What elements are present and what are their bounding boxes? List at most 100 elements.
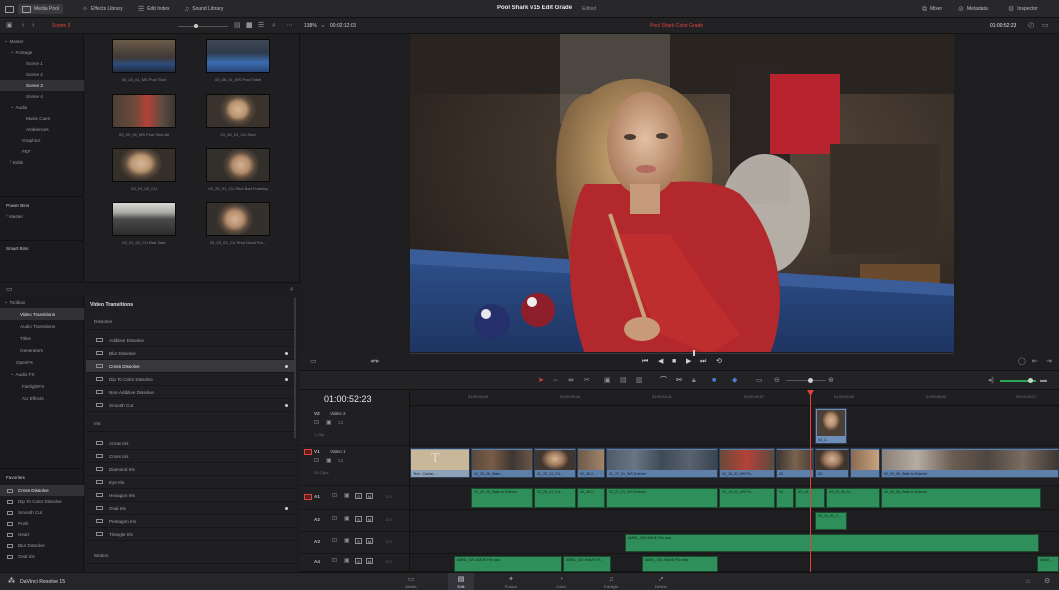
audio-clip-a4[interactable]: AMB1_021-WAVE File.wav — [642, 556, 718, 572]
list-view-icon[interactable]: ☰ — [258, 22, 264, 29]
timeline-clip-v1[interactable]: 02... — [815, 448, 849, 478]
track-lane-a2[interactable] — [410, 510, 1059, 532]
lock-icon[interactable]: ⊡ — [332, 493, 337, 500]
timeline-clip-v1[interactable]: 02_25_06_Walk to Exterior — [881, 448, 1059, 478]
page-tab-edit[interactable]: ▤ Edit — [448, 573, 474, 590]
lock-icon[interactable]: ⊡ — [332, 538, 337, 545]
solo-button[interactable]: S — [355, 538, 362, 544]
audio-clip-a1[interactable]: 02_25_13_CU... — [534, 488, 576, 508]
audio-clip-a4[interactable]: AMB1_021-WAVE Fil... — [563, 556, 611, 572]
power-bin-master[interactable]: › Master — [0, 211, 84, 222]
effect-hexagon-iris[interactable]: Hexagon Iris — [86, 489, 296, 502]
track-enable-icon[interactable]: ▭ — [338, 458, 344, 465]
effects-library-button[interactable]: ✧ Effects Library — [82, 4, 123, 14]
mute-button[interactable]: M — [366, 516, 373, 522]
effect-cross-iris[interactable]: Cross Iris — [86, 450, 296, 463]
toolbox-item-generators[interactable]: Generators — [0, 344, 84, 356]
media-clip[interactable]: 03_26_01_CU Shot — [206, 94, 270, 137]
effect-smooth-cut[interactable]: Smooth Cut — [86, 399, 296, 412]
bin-item-graphics[interactable]: Graphics — [0, 135, 84, 146]
source-patch-a1[interactable] — [304, 494, 312, 500]
track-enable-icon[interactable]: ▭ — [338, 420, 344, 427]
thumbnail-slider-handle[interactable] — [194, 24, 198, 28]
effects-scrollbar[interactable] — [294, 298, 296, 438]
timeline-clip-v1[interactable]: 02_36.2... — [577, 448, 605, 478]
toolbox-item-openfx[interactable]: OpenFX — [0, 356, 84, 368]
mute-button[interactable]: M — [366, 538, 373, 544]
more-options-icon[interactable]: ⋯ — [286, 22, 293, 29]
page-tab-media[interactable]: ▭ Media — [398, 576, 424, 589]
effect-arrow-iris[interactable]: Arrow Iris — [86, 437, 296, 450]
timeline-clip-v2[interactable]: 03_2... — [815, 408, 847, 444]
toolbox-item-titles[interactable]: Titles — [0, 332, 84, 344]
audio-clip-a1[interactable]: 02_25_06_Walk to Exterior — [471, 488, 533, 508]
bin-item-scene-1[interactable]: Scene 1 — [0, 58, 84, 69]
search-icon[interactable]: ⌕ — [290, 286, 294, 293]
timeline-clip-v1[interactable]: 02_25_13_CU... — [534, 448, 576, 478]
metadata-view-icon[interactable]: ▤ — [234, 22, 241, 29]
effect-dip-to-color-dissolve[interactable]: Dip To Color Dissolve — [86, 373, 296, 386]
position-lock-icon[interactable]: 🔒︎ — [692, 377, 696, 384]
solo-button[interactable]: S — [355, 516, 362, 522]
favorite-item[interactable]: Oval Iris — [0, 551, 84, 562]
favorite-item[interactable]: Push — [0, 518, 84, 529]
auto-select-icon[interactable]: ▣ — [344, 493, 350, 500]
solo-button[interactable]: S — [355, 493, 362, 499]
bin-item-edits[interactable]: › Edits — [0, 157, 84, 168]
media-clip[interactable]: 03_21_02_CU Bad Take — [112, 202, 176, 245]
mute-button[interactable]: M — [366, 558, 373, 564]
audio-clip-a1[interactable]: 02_25_06_Walk to Exterior — [881, 488, 1041, 508]
gear-icon[interactable]: ⚙ — [1044, 578, 1050, 585]
zoom-slider-handle[interactable] — [808, 378, 813, 383]
audio-clip-a1[interactable]: 03_20_06_M... — [826, 488, 880, 508]
linked-selection-icon[interactable]: ⚯ — [676, 377, 682, 384]
toolbox-item-fairlightfx[interactable]: FairlightFX — [0, 380, 84, 392]
audio-clip-a4[interactable]: AMB1_021-WAVE File.wav — [454, 556, 562, 572]
media-clip[interactable]: 03_24_02_CU — [112, 148, 176, 191]
favorite-item[interactable]: Heart — [0, 529, 84, 540]
bin-item-scene-3[interactable]: Scene 3 — [0, 80, 84, 91]
scrub-bar[interactable] — [410, 353, 954, 354]
track-header-v2[interactable]: V2 Video 2 ⊡ ▣ ▭ 1 Clip — [300, 408, 410, 446]
media-clip[interactable]: 03_25_01_CU Shot Bad Framing — [206, 148, 270, 191]
auto-select-icon[interactable]: ▣ — [326, 458, 332, 465]
zoom-slider[interactable] — [786, 380, 826, 381]
audio-clip-a1[interactable]: 02_18_01_MS Po... — [719, 488, 775, 508]
bin-item-ambiences[interactable]: Ambiences — [0, 124, 84, 135]
panel-toggle-icon[interactable]: ▭ — [6, 286, 13, 293]
selection-tool-icon[interactable]: ➤ — [538, 377, 544, 384]
insert-clip-icon[interactable]: ▣ — [604, 377, 611, 384]
toolbox-item-toolbox[interactable]: ⌄ Toolbox — [0, 296, 84, 308]
timeline-clip-v1[interactable]: 02_27_01_WS Exterior — [606, 448, 718, 478]
source-patch-v1[interactable] — [304, 449, 312, 455]
loop-icon[interactable]: ⟲ — [716, 358, 722, 365]
sidebar-toggle-icon[interactable]: ▣ — [6, 22, 13, 29]
viewer-frame[interactable] — [410, 34, 954, 380]
viewer-mode-icon[interactable]: ▭ — [310, 358, 317, 365]
timeline-playhead[interactable] — [810, 390, 811, 572]
favorite-item[interactable]: Blur Dissolve — [0, 540, 84, 551]
toolbox-item-audio-transitions[interactable]: Audio Transitions — [0, 320, 84, 332]
skip-forward-icon[interactable]: ⏭ — [700, 358, 706, 365]
zoom-out-icon[interactable]: ⊖ — [774, 377, 780, 384]
mark-out-icon[interactable]: ⇥ — [1046, 358, 1052, 365]
stop-icon[interactable]: ■ — [672, 358, 676, 365]
back-arrow-icon[interactable]: ‹ — [22, 22, 24, 29]
media-clip[interactable]: 03_08_01_WS Pool Table — [206, 39, 270, 82]
page-tab-fairlight[interactable]: ♫ Fairlight — [598, 576, 624, 589]
bin-item-scene-2[interactable]: Scene 2 — [0, 69, 84, 80]
track-lane-v2[interactable] — [410, 406, 1059, 446]
jog-icon[interactable]: ◂•▸ — [370, 358, 379, 365]
favorite-item[interactable]: Cross Dissolve — [0, 485, 84, 496]
bin-item-audio[interactable]: ⌄ Audio — [0, 102, 84, 113]
media-pool-button[interactable]: Media Pool — [18, 4, 64, 14]
edit-index-button[interactable]: ☰ Edit Index — [138, 4, 170, 14]
page-tab-deliver[interactable]: ➚ Deliver — [648, 576, 674, 589]
timeline-clip-v1[interactable]: 02... — [776, 448, 814, 478]
effect-additive-dissolve[interactable]: Additive Dissolve — [86, 334, 296, 347]
bin-item-footage[interactable]: ⌄ Footage — [0, 47, 84, 58]
home-icon[interactable]: ⌂ — [1026, 578, 1030, 585]
favorite-item[interactable]: Smooth Cut — [0, 507, 84, 518]
effect-eye-iris[interactable]: Eye Iris — [86, 476, 296, 489]
overwrite-clip-icon[interactable]: ▤ — [620, 377, 627, 384]
